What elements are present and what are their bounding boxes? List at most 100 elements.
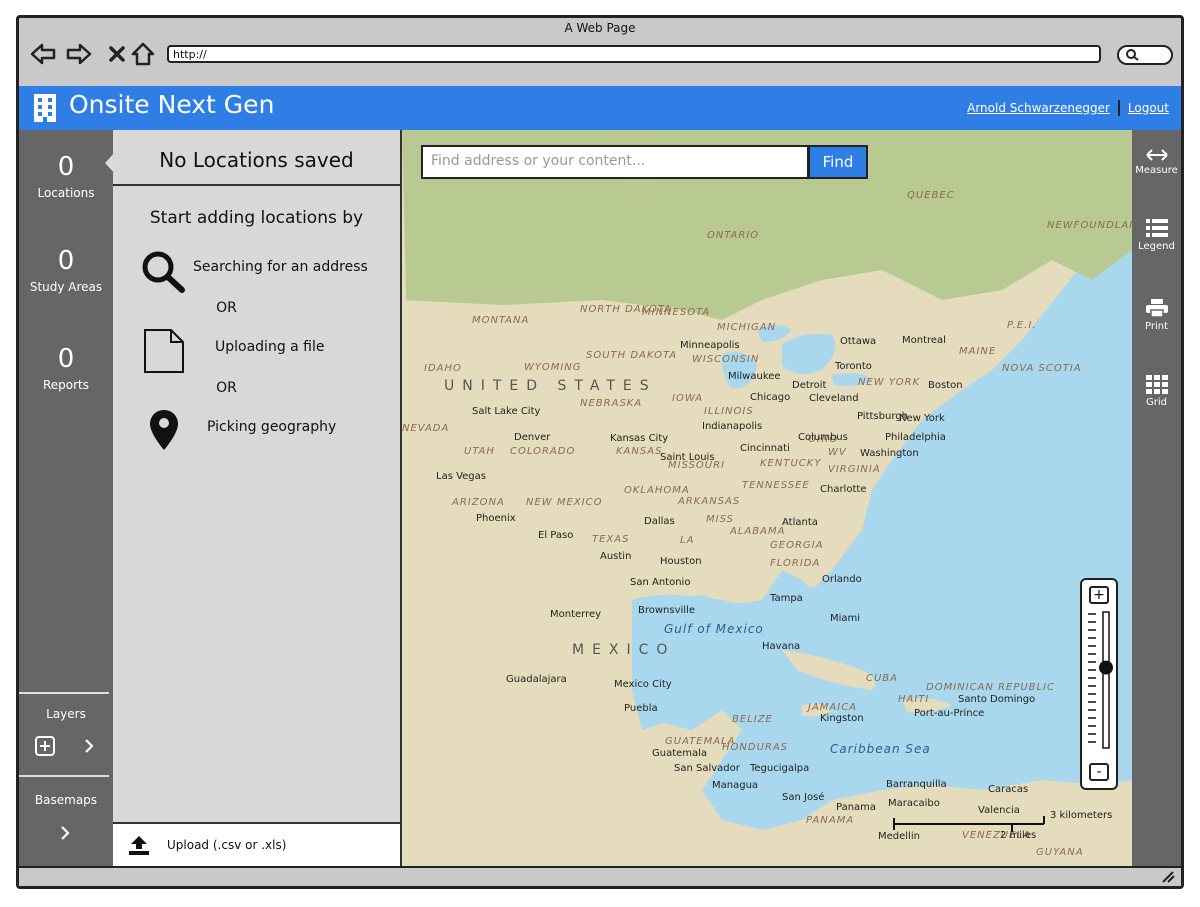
map-label-region: ARIZONA bbox=[452, 497, 505, 508]
map-label-country: MEXICO bbox=[572, 642, 676, 658]
map-label-region: NEBRASKA bbox=[580, 398, 643, 409]
find-button[interactable]: Find bbox=[808, 145, 868, 179]
map-label-city: Monterrey bbox=[550, 609, 602, 620]
rail-divider bbox=[19, 692, 109, 694]
map-label-city: Santo Domingo bbox=[958, 694, 1036, 705]
study-areas-stat[interactable]: 0 Study Areas bbox=[19, 246, 113, 294]
user-name-link[interactable]: Arnold Schwarzenegger bbox=[967, 101, 1110, 115]
map-label-region: GUYANA bbox=[1036, 847, 1084, 858]
map-label-city: Austin bbox=[600, 551, 632, 562]
status-bar bbox=[19, 866, 1181, 886]
map-label-region: SOUTH DAKOTA bbox=[586, 350, 678, 361]
map-label-city: Guadalajara bbox=[506, 674, 567, 685]
zoom-control: + - bbox=[1080, 578, 1118, 790]
map-label-city: Maracaibo bbox=[888, 798, 940, 809]
map-label-city: Managua bbox=[712, 780, 759, 791]
map-label-region: MAINE bbox=[959, 346, 997, 357]
map-label-city: Havana bbox=[762, 641, 801, 652]
map-label-city: New York bbox=[899, 413, 945, 424]
or-label: OR bbox=[216, 300, 237, 316]
map-label-city: Port-au-Prince bbox=[914, 708, 985, 719]
map-label-city: Saint Louis bbox=[660, 452, 715, 463]
stop-icon[interactable] bbox=[103, 40, 131, 68]
map-label-region: VIRGINIA bbox=[828, 464, 881, 475]
map-label-region: GEORGIA bbox=[770, 540, 824, 551]
map-label-city: Kingston bbox=[820, 713, 864, 724]
search-icon[interactable] bbox=[141, 250, 187, 298]
map-label-city: Kansas City bbox=[610, 433, 669, 444]
browser-search-field[interactable] bbox=[1117, 45, 1173, 65]
map-label-city: Denver bbox=[514, 432, 551, 443]
map-label-region: ARKANSAS bbox=[678, 496, 741, 507]
map-label-city: Panama bbox=[836, 802, 877, 813]
map-label-region: ONTARIO bbox=[707, 230, 760, 241]
scale-km-label: 3 kilometers bbox=[1050, 810, 1113, 821]
map-label-region: MONTANA bbox=[472, 315, 530, 326]
grid-tool[interactable]: Grid bbox=[1132, 374, 1181, 408]
zoom-out-button[interactable]: - bbox=[1089, 763, 1109, 781]
map-label-region: FLORIDA bbox=[770, 558, 821, 569]
map-label-city: Ottawa bbox=[840, 336, 877, 347]
map-label-region: DOMINICAN REPUBLIC bbox=[926, 682, 1056, 693]
map-label-region: P.E.I. bbox=[1007, 320, 1037, 331]
back-icon[interactable] bbox=[29, 40, 57, 68]
map-label-region: NEWFOUNDLAND AND LABRA bbox=[1047, 220, 1132, 231]
upload-button[interactable]: Upload (.csv or .xls) bbox=[113, 822, 400, 866]
url-input[interactable]: http:// bbox=[167, 45, 1101, 63]
map-label-city: Barranquilla bbox=[886, 779, 947, 790]
basemaps-title: Basemaps bbox=[34, 793, 98, 807]
map-search-input[interactable]: Find address or your content... bbox=[421, 145, 809, 179]
map-label-city: Puebla bbox=[624, 703, 658, 714]
user-links: Arnold Schwarzenegger Logout bbox=[967, 100, 1169, 116]
map-label-region: MINNESOTA bbox=[642, 307, 711, 318]
map-pin-icon[interactable] bbox=[149, 408, 179, 456]
map-label-city: Salt Lake City bbox=[472, 406, 541, 417]
map-label-region: ALABAMA bbox=[730, 526, 786, 537]
search-option-label[interactable]: Searching for an address bbox=[193, 259, 368, 275]
basemaps-chevron-right-icon[interactable] bbox=[59, 825, 71, 845]
zoom-slider-handle bbox=[1099, 660, 1113, 675]
app-header: Onsite Next Gen Arnold Schwarzenegger Lo… bbox=[19, 86, 1181, 130]
window-title: A Web Page bbox=[564, 21, 636, 35]
zoom-slider[interactable] bbox=[1082, 610, 1116, 750]
resize-grip-icon[interactable] bbox=[1159, 871, 1175, 883]
map-label-city: Brownsville bbox=[638, 605, 696, 616]
print-tool[interactable]: Print bbox=[1132, 298, 1181, 332]
map-label-city: Philadelphia bbox=[885, 432, 946, 443]
add-layer-icon[interactable] bbox=[35, 736, 55, 760]
map-label-region: WV bbox=[828, 447, 847, 458]
grid-icon bbox=[1145, 375, 1168, 394]
rail-divider bbox=[19, 775, 109, 777]
map-view[interactable]: Find address or your content... Find UNI… bbox=[402, 130, 1132, 866]
locations-stat[interactable]: 0 Locations bbox=[19, 152, 113, 200]
map-label-sea: Caribbean Sea bbox=[830, 742, 931, 756]
map-label-city: Tegucigalpa bbox=[750, 763, 810, 774]
layers-chevron-right-icon[interactable] bbox=[83, 738, 95, 758]
logout-link[interactable]: Logout bbox=[1128, 101, 1169, 115]
geography-option-label[interactable]: Picking geography bbox=[207, 419, 336, 435]
study-areas-count: 0 bbox=[57, 246, 75, 276]
map-label-region: PANAMA bbox=[806, 815, 855, 826]
map-label-region: NEVADA bbox=[402, 423, 450, 434]
locations-count: 0 bbox=[57, 152, 75, 182]
map-label-region: NEW YORK bbox=[858, 377, 921, 388]
map-label-city: San José bbox=[782, 792, 825, 803]
map-label-city: Chicago bbox=[750, 392, 791, 403]
map-label-region: NEW MEXICO bbox=[526, 497, 603, 508]
locations-label: Locations bbox=[37, 186, 95, 200]
map-label-city: Houston bbox=[660, 556, 702, 567]
legend-label: Legend bbox=[1138, 241, 1175, 252]
map-label-city: Minneapolis bbox=[680, 340, 740, 351]
upload-option-label[interactable]: Uploading a file bbox=[215, 339, 325, 355]
home-icon[interactable] bbox=[129, 40, 157, 68]
print-label: Print bbox=[1144, 321, 1168, 332]
measure-tool[interactable]: Measure bbox=[1132, 148, 1181, 176]
file-icon[interactable] bbox=[143, 328, 185, 378]
forward-icon[interactable] bbox=[65, 40, 93, 68]
zoom-in-button[interactable]: + bbox=[1089, 586, 1109, 604]
map-label-region: KANSAS bbox=[616, 446, 663, 457]
layers-title: Layers bbox=[46, 707, 86, 721]
legend-tool[interactable]: Legend bbox=[1132, 218, 1181, 252]
map-label-city: Montreal bbox=[902, 335, 946, 346]
grid-label: Grid bbox=[1146, 397, 1167, 408]
